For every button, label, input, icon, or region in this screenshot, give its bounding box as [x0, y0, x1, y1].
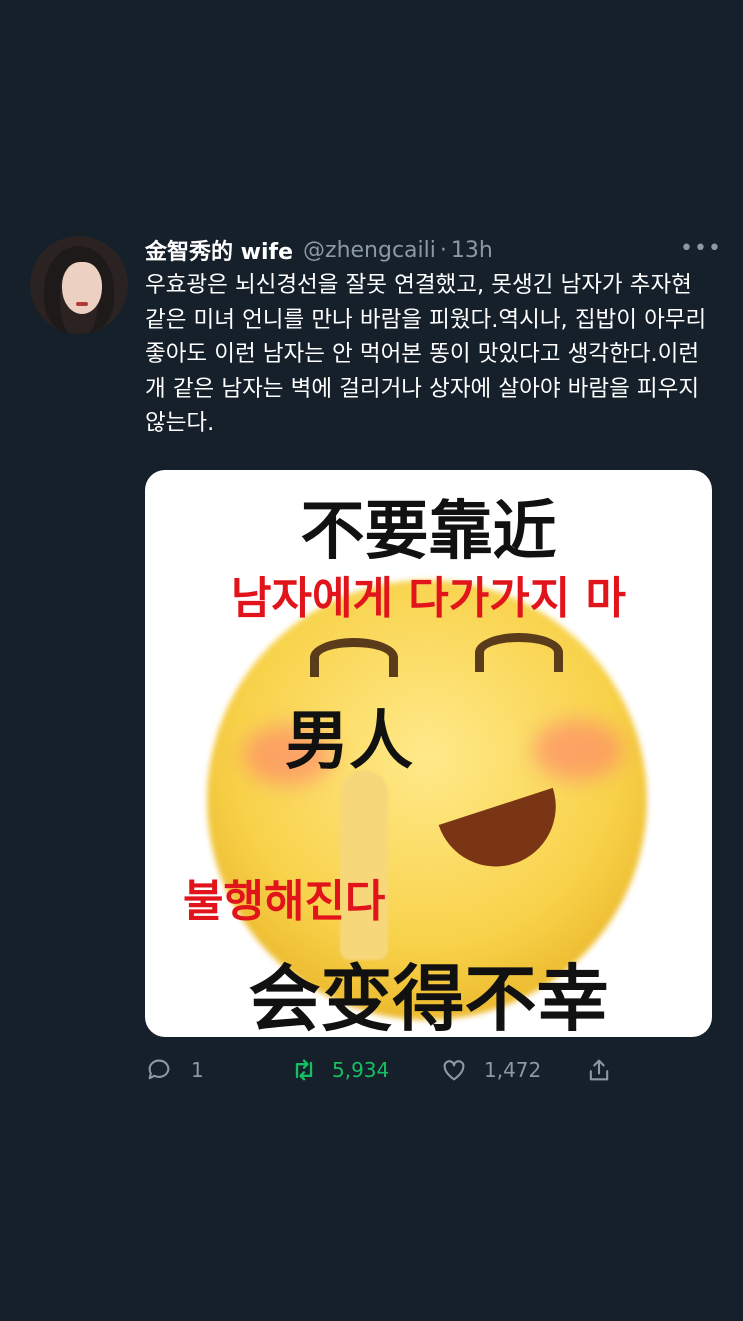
caption-zh-bottom: 会变得不幸 — [248, 957, 609, 1037]
caption-zh-top: 不要靠近 — [300, 495, 557, 569]
like-icon — [443, 1060, 465, 1081]
right-eye — [475, 633, 563, 672]
user-handle[interactable]: @zhengcaili — [303, 238, 436, 263]
caption-ko-top: 남자에게 다가가지 마 — [231, 573, 626, 624]
retweet-icon — [295, 1059, 313, 1081]
separator-dot: · — [439, 237, 447, 263]
retweet-button[interactable]: 5,934 — [290, 1050, 389, 1090]
tweet-actions: 1 5,934 1,472 — [145, 1050, 625, 1090]
caption-ko-bottom: 불행해진다 — [183, 876, 386, 927]
caption-zh-mid: 男人 — [285, 705, 413, 779]
like-button[interactable]: 1,472 — [440, 1050, 541, 1090]
retweet-count: 5,934 — [332, 1058, 390, 1082]
avatar-face — [62, 262, 102, 314]
reply-count: 1 — [191, 1058, 204, 1082]
share-icon — [589, 1059, 609, 1081]
left-eye — [310, 638, 398, 677]
tweet-image[interactable]: 不要靠近 남자에게 다가가지 마 男人 불행해진다 会变得不幸 — [145, 470, 712, 1037]
display-name[interactable]: 金智秀的 wife — [145, 234, 293, 266]
share-button[interactable] — [585, 1050, 613, 1090]
avatar[interactable] — [30, 236, 128, 334]
tweet-text: 우효광은 뇌신경선을 잘못 연결했고, 못생긴 남자가 추자현 같은 미녀 언니… — [145, 272, 707, 436]
like-count: 1,472 — [484, 1058, 542, 1082]
timestamp[interactable]: 13h — [451, 238, 493, 263]
right-blush — [533, 720, 623, 780]
more-options-icon[interactable]: ••• — [680, 236, 722, 261]
avatar-lip — [76, 302, 88, 306]
reply-icon — [148, 1059, 170, 1080]
reply-button[interactable]: 1 — [145, 1050, 204, 1090]
tweet-header: 金智秀的 wife @zhengcaili · 13h — [145, 234, 493, 266]
